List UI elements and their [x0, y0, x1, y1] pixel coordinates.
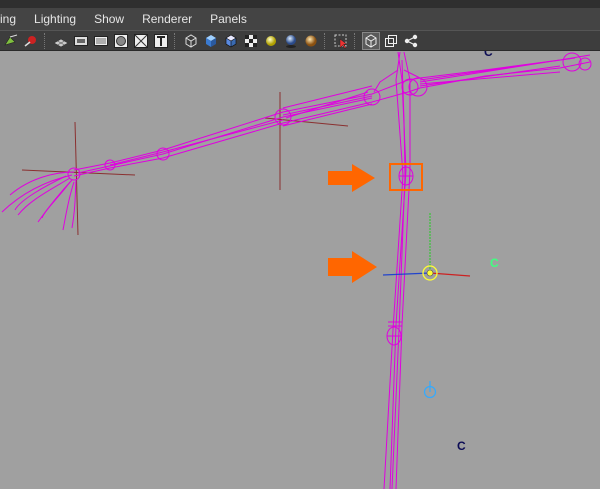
field-chart-icon[interactable]	[132, 32, 150, 50]
transform-manipulator[interactable]	[382, 213, 471, 281]
locator-icon[interactable]	[423, 381, 437, 399]
menu-item-show[interactable]: Show	[85, 8, 133, 30]
gate-mask-icon[interactable]	[112, 32, 130, 50]
title-bar-strip	[0, 0, 600, 8]
title-safe-icon[interactable]	[152, 32, 170, 50]
textured-icon[interactable]	[242, 32, 260, 50]
toolbar-separator	[44, 32, 48, 49]
panel-toolbar	[0, 30, 600, 51]
cluster-label-green: C	[490, 256, 499, 270]
xray-icon[interactable]	[362, 31, 380, 50]
toolbar-separator	[324, 32, 328, 49]
annotation-arrow-upper	[328, 164, 375, 192]
skeleton-hand	[1, 167, 81, 231]
smooth-shade-icon[interactable]	[202, 32, 220, 50]
viewport-scene	[1, 51, 592, 489]
toolbar-separator	[354, 32, 358, 49]
panel-menu-bar: ing Lighting Show Renderer Panels	[0, 8, 600, 30]
resolution-gate-icon[interactable]	[92, 32, 110, 50]
menu-item-panels[interactable]: Panels	[201, 8, 256, 30]
menu-item-shading[interactable]: ing	[0, 8, 25, 30]
high-quality-icon[interactable]	[302, 32, 320, 50]
node-graph-icon[interactable]	[402, 32, 420, 50]
isolate-select-icon[interactable]	[332, 32, 350, 50]
default-light-icon[interactable]	[262, 32, 280, 50]
cluster-label-bottom: C	[457, 439, 466, 453]
xray-joints-icon[interactable]	[382, 32, 400, 50]
camera-select-icon[interactable]	[2, 32, 20, 50]
shadows-icon[interactable]	[282, 32, 300, 50]
cluster-label-top: C	[484, 51, 493, 59]
wireframe-icon[interactable]	[182, 32, 200, 50]
menu-item-lighting[interactable]: Lighting	[25, 8, 85, 30]
skeleton-spine	[373, 51, 421, 489]
3d-viewport[interactable]: C C C	[0, 51, 600, 489]
annotation-arrow-lower	[328, 251, 377, 283]
grid-icon[interactable]	[52, 32, 70, 50]
toolbar-separator	[174, 32, 178, 49]
film-gate-icon[interactable]	[72, 32, 90, 50]
skeleton-arm	[73, 52, 592, 177]
wireframe-on-shaded-icon[interactable]	[222, 32, 240, 50]
camera-attributes-icon[interactable]	[22, 32, 40, 50]
menu-item-renderer[interactable]: Renderer	[133, 8, 201, 30]
